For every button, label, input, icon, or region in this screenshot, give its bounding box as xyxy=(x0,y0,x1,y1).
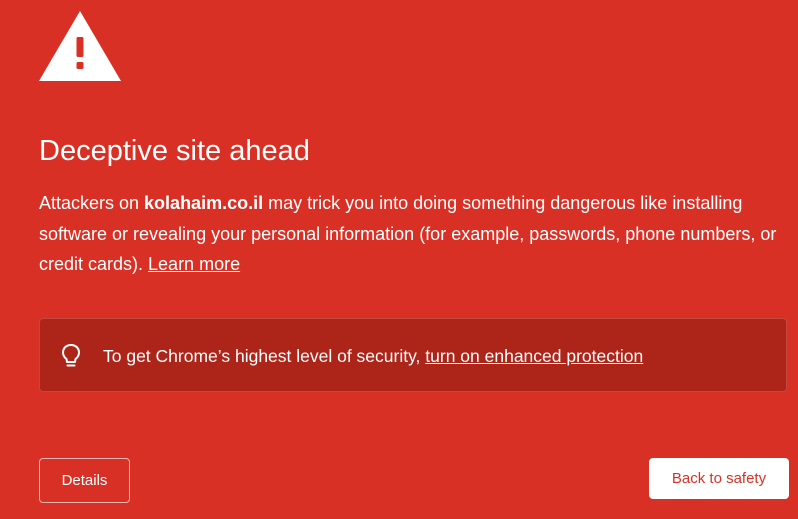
promo-message: To get Chrome’s highest level of securit… xyxy=(103,344,643,368)
learn-more-link[interactable]: Learn more xyxy=(148,254,240,274)
back-to-safety-button[interactable]: Back to safety xyxy=(649,458,789,499)
warning-description: Attackers on kolahaim.co.il may trick yo… xyxy=(39,188,789,280)
details-button[interactable]: Details xyxy=(39,458,130,503)
site-domain: kolahaim.co.il xyxy=(144,193,264,213)
warning-triangle-icon xyxy=(39,11,121,81)
enhanced-protection-promo: To get Chrome’s highest level of securit… xyxy=(39,318,787,392)
lightbulb-icon xyxy=(62,344,80,367)
page-title: Deceptive site ahead xyxy=(39,135,310,167)
promo-text: To get Chrome’s highest level of securit… xyxy=(103,346,426,366)
enhanced-protection-link[interactable]: turn on enhanced protection xyxy=(425,346,643,366)
description-prefix: Attackers on xyxy=(39,193,145,213)
safe-browsing-interstitial: Deceptive site ahead Attackers on kolaha… xyxy=(0,0,798,519)
